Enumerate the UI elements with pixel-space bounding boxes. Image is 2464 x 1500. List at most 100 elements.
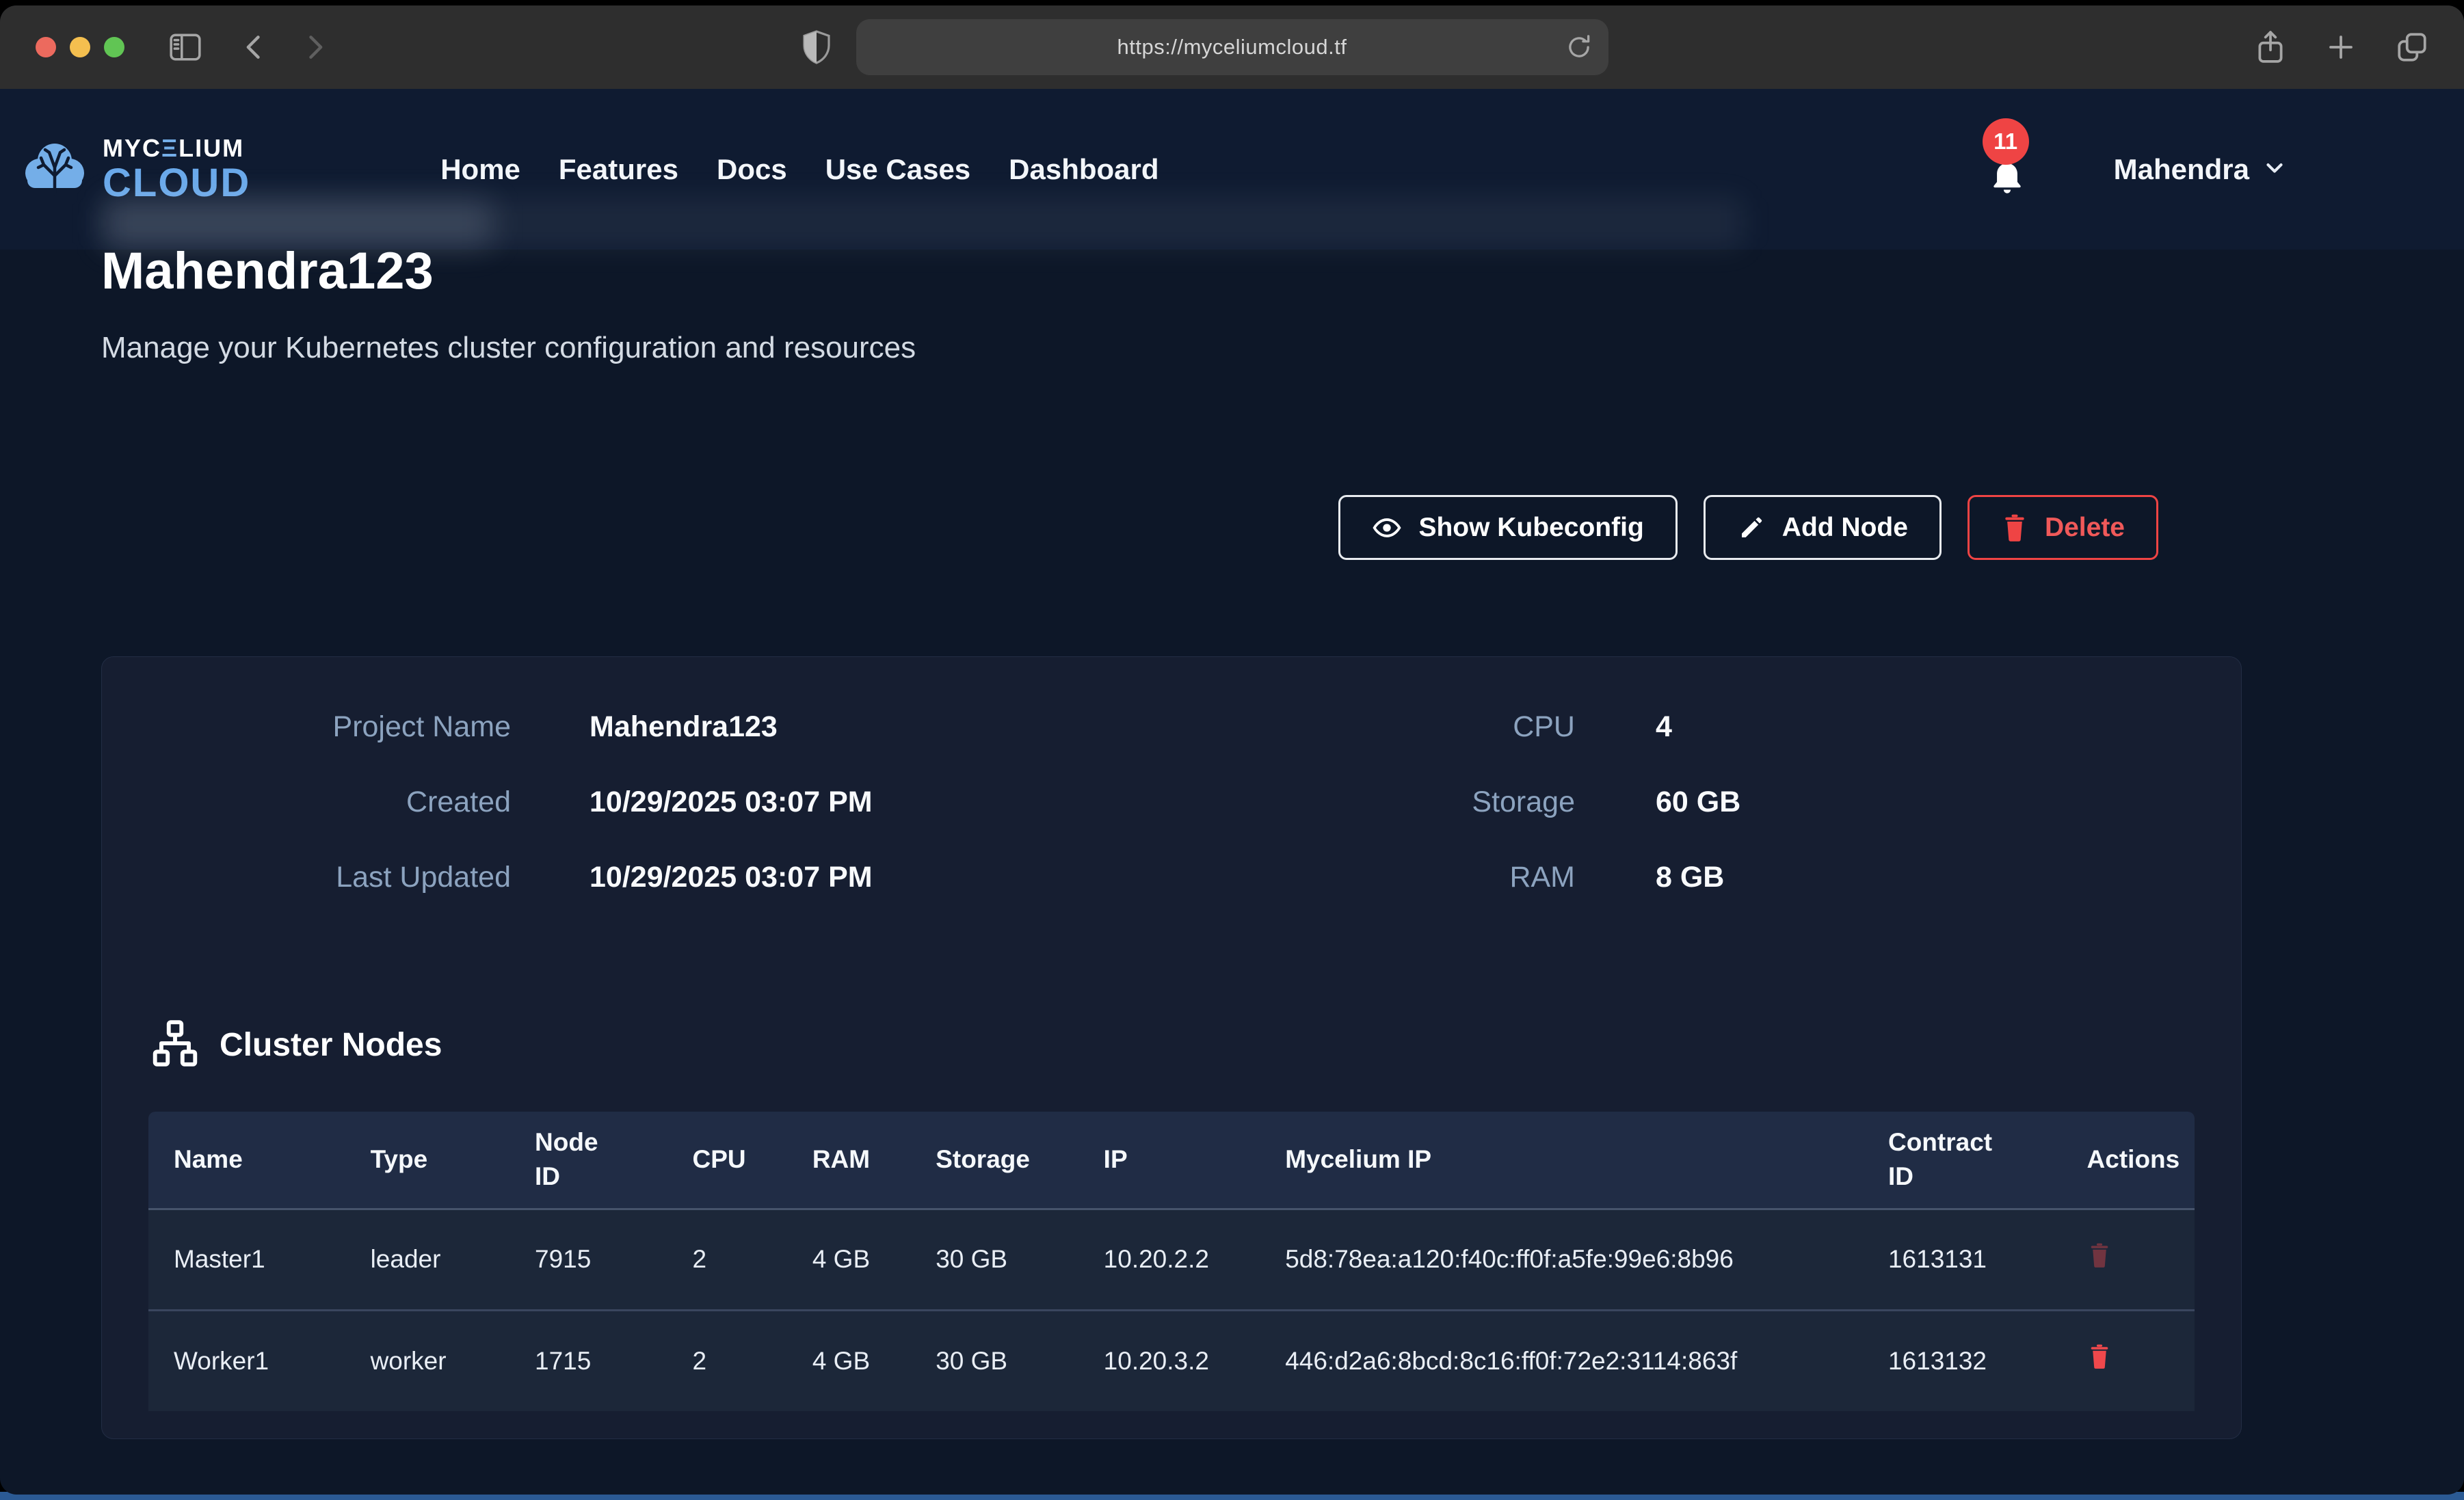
overview-field: RAM 8 GB: [1171, 861, 2195, 896]
field-label: RAM: [1171, 861, 1575, 894]
cell-cpu: 2: [667, 1310, 786, 1411]
field-label: Created: [148, 786, 511, 819]
table-header-row: Name Type Node ID CPU RAM Storage IP Myc…: [148, 1112, 2195, 1209]
browser-window: https://myceliumcloud.tf: [0, 5, 2464, 1495]
show-kubeconfig-button[interactable]: Show Kubeconfig: [1338, 495, 1677, 560]
page-content: Mahendra123 Manage your Kubernetes clust…: [0, 239, 2464, 1439]
url-text: https://myceliumcloud.tf: [1117, 35, 1347, 59]
cell-node-id: 1715: [509, 1310, 667, 1411]
site-navbar: MYCΞLIUM CLOUD Home Features Docs Use Cases…: [0, 89, 2464, 250]
cell-actions: [2062, 1209, 2195, 1310]
nav-link-dashboard[interactable]: Dashboard: [1009, 153, 1158, 186]
field-value: 10/29/2025 03:07 PM: [589, 786, 873, 819]
share-icon[interactable]: [2253, 27, 2288, 67]
page-subtitle: Manage your Kubernetes cluster configura…: [101, 331, 2363, 365]
chevron-down-icon: [2262, 155, 2288, 184]
reload-icon[interactable]: [1565, 33, 1593, 62]
cluster-actions: Show Kubeconfig Add Node: [101, 495, 2242, 560]
table-row: Worker1 worker 1715 2 4 GB 30 GB 10.20.3…: [148, 1310, 2195, 1411]
overview-field: Storage 60 GB: [1171, 786, 2195, 821]
col-header-node-id: Node ID: [509, 1112, 667, 1209]
col-header-name: Name: [148, 1112, 345, 1209]
field-value: 10/29/2025 03:07 PM: [589, 861, 873, 894]
col-header-type: Type: [345, 1112, 509, 1209]
cell-type: worker: [345, 1310, 509, 1411]
nav-link-home[interactable]: Home: [440, 153, 520, 186]
privacy-shield-icon: [800, 27, 833, 67]
mycelium-cloud-logo[interactable]: MYCΞLIUM CLOUD: [21, 133, 250, 205]
cell-name: Worker1: [148, 1310, 345, 1411]
back-icon[interactable]: [239, 32, 269, 62]
nav-link-docs[interactable]: Docs: [717, 153, 787, 186]
field-value: 4: [1656, 710, 1672, 744]
table-row: Master1 leader 7915 2 4 GB 30 GB 10.20.2…: [148, 1209, 2195, 1310]
notifications-button[interactable]: 11: [1988, 157, 2026, 202]
col-header-storage: Storage: [910, 1112, 1078, 1209]
section-title: Cluster Nodes: [220, 1026, 442, 1064]
forward-icon[interactable]: [300, 32, 330, 62]
cell-ram: 4 GB: [787, 1209, 910, 1310]
close-window-button[interactable]: [36, 37, 56, 57]
cell-actions: [2062, 1310, 2195, 1411]
show-kubeconfig-label: Show Kubeconfig: [1418, 513, 1643, 543]
cell-mycelium-ip: 446:d2a6:8bcd:8c16:ff0f:72e2:3114:863f: [1260, 1310, 1863, 1411]
user-menu[interactable]: Mahendra: [2114, 153, 2288, 186]
trash-icon: [2087, 1242, 2112, 1271]
field-value: 60 GB: [1656, 786, 1740, 819]
delete-node-button[interactable]: [2087, 1343, 2112, 1372]
col-header-contract-id: Contract ID: [1863, 1112, 2062, 1209]
mycelium-logo-icon: [21, 133, 89, 205]
eye-icon: [1372, 513, 1402, 543]
cell-node-id: 7915: [509, 1209, 667, 1310]
desktop: https://myceliumcloud.tf: [0, 0, 2464, 1500]
cell-storage: 30 GB: [910, 1209, 1078, 1310]
zoom-window-button[interactable]: [104, 37, 124, 57]
address-bar[interactable]: https://myceliumcloud.tf: [856, 19, 1608, 75]
nav-link-features[interactable]: Features: [559, 153, 678, 186]
cell-ip: 10.20.3.2: [1078, 1310, 1260, 1411]
browser-toolbar: https://myceliumcloud.tf: [0, 5, 2464, 89]
cell-ram: 4 GB: [787, 1310, 910, 1411]
bell-icon: [1988, 190, 2026, 202]
add-node-button[interactable]: Add Node: [1704, 495, 1942, 560]
delete-cluster-button[interactable]: Delete: [1968, 495, 2158, 560]
toolbar-right: [2253, 27, 2430, 67]
user-name: Mahendra: [2114, 153, 2249, 186]
field-label: Last Updated: [148, 861, 511, 894]
field-label: Storage: [1171, 786, 1575, 819]
nav-links: Home Features Docs Use Cases Dashboard: [440, 153, 1158, 186]
cluster-nodes-table: Name Type Node ID CPU RAM Storage IP Myc…: [148, 1112, 2195, 1411]
trash-icon: [2087, 1343, 2112, 1372]
navbar-right: 11 Mahendra: [1988, 136, 2288, 202]
field-label: CPU: [1171, 710, 1575, 744]
cell-contract-id: 1613132: [1863, 1310, 2062, 1411]
overview-field: CPU 4: [1171, 710, 2195, 746]
col-header-actions: Actions: [2062, 1112, 2195, 1209]
sidebar-toggle-icon[interactable]: [167, 30, 204, 64]
delete-cluster-label: Delete: [2045, 513, 2125, 543]
cell-cpu: 2: [667, 1209, 786, 1310]
cell-mycelium-ip: 5d8:78ea:a120:f40c:ff0f:a5fe:99e6:8b96: [1260, 1209, 1863, 1310]
delete-node-button[interactable]: [2087, 1242, 2112, 1271]
field-value: Mahendra123: [589, 710, 778, 744]
add-node-label: Add Node: [1782, 513, 1908, 543]
tab-overview-icon[interactable]: [2394, 30, 2430, 64]
col-header-mycelium-ip: Mycelium IP: [1260, 1112, 1863, 1209]
notification-badge: 11: [1983, 118, 2029, 165]
cluster-nodes-header: Cluster Nodes: [150, 1018, 2195, 1072]
overview-left-column: Project Name Mahendra123 Created 10/29/2…: [148, 710, 1171, 936]
col-header-cpu: CPU: [667, 1112, 786, 1209]
new-tab-icon[interactable]: [2324, 31, 2357, 64]
history-nav: [239, 32, 330, 62]
nav-link-use-cases[interactable]: Use Cases: [825, 153, 970, 186]
minimize-window-button[interactable]: [70, 37, 90, 57]
field-label: Project Name: [148, 710, 511, 744]
overview-field: Project Name Mahendra123: [148, 710, 1171, 746]
field-value: 8 GB: [1656, 861, 1724, 894]
network-nodes-icon: [150, 1018, 200, 1072]
cell-name: Master1: [148, 1209, 345, 1310]
cell-contract-id: 1613131: [1863, 1209, 2062, 1310]
col-header-ram: RAM: [787, 1112, 910, 1209]
overview-right-column: CPU 4 Storage 60 GB RAM 8 GB: [1171, 710, 2195, 936]
cell-ip: 10.20.2.2: [1078, 1209, 1260, 1310]
